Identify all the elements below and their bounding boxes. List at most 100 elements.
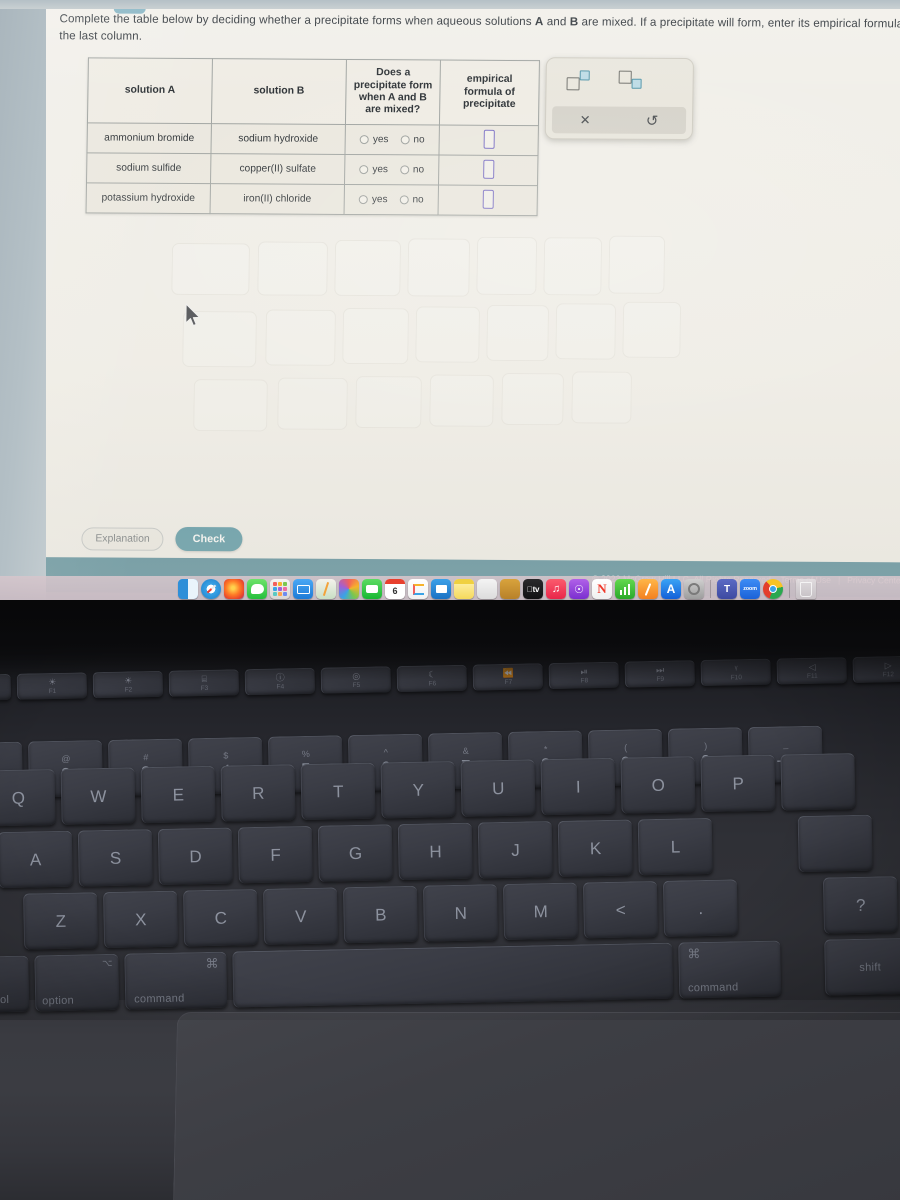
key-main: . — [698, 898, 704, 918]
reset-input-button[interactable]: ↺ — [646, 111, 659, 129]
key-r[interactable]: R — [220, 764, 296, 822]
cell-solution-a: potassium hydroxide — [86, 182, 211, 214]
dock-item-stocks[interactable] — [615, 579, 635, 599]
key-option[interactable]: ⌥ option — [34, 953, 120, 1012]
key-space[interactable] — [232, 942, 674, 1008]
radio-dot-icon — [359, 165, 369, 175]
key-l[interactable]: L — [637, 817, 713, 876]
dock-item-zoom[interactable]: zoom — [740, 579, 760, 599]
key-v[interactable]: V — [262, 887, 339, 945]
key-main: S — [109, 848, 122, 868]
key-command-right[interactable]: ⌘ command — [678, 940, 782, 999]
keyboard[interactable]: esc☀F1☀F2⌸F3ⓘF4◎F5☾F6⏪F7⏯F8⏭F9ᵞF10◁F11▷F… — [0, 655, 900, 1021]
key-o[interactable]: O — [620, 756, 696, 814]
key-d[interactable]: D — [157, 827, 233, 885]
formula-input-1[interactable] — [482, 159, 494, 179]
dock-item-apple-tv[interactable]: tv — [523, 579, 543, 599]
key-j[interactable]: J — [477, 821, 553, 879]
radio-no-1[interactable]: no — [399, 164, 424, 175]
key-u[interactable]: U — [460, 759, 536, 817]
dock-item-maps[interactable] — [316, 579, 336, 599]
key-control[interactable]: control — [0, 955, 30, 1014]
key-s[interactable]: S — [77, 829, 153, 887]
dock-item-teams[interactable]: T — [717, 579, 737, 599]
key-bracket-left[interactable] — [780, 752, 856, 811]
dock-item-news[interactable]: N — [592, 579, 612, 599]
dock-item-freeform[interactable] — [638, 579, 658, 599]
key-n[interactable]: N — [422, 884, 499, 942]
cell-solution-a: ammonium bromide — [86, 122, 212, 154]
radio-yes-2[interactable]: yes — [358, 194, 388, 205]
check-button[interactable]: Check — [175, 526, 243, 552]
radio-no-2[interactable]: no — [399, 194, 424, 205]
dock-item-launchpad[interactable] — [270, 579, 290, 599]
subscript-icon[interactable] — [618, 70, 646, 93]
table-body: ammonium bromide sodium hydroxide yes no sod… — [86, 122, 539, 216]
radio-yes-0[interactable]: yes — [359, 134, 389, 145]
dock-item-calendar[interactable]: 6 — [385, 579, 405, 599]
formula-input-2[interactable] — [482, 189, 494, 209]
dock-item-photos[interactable] — [339, 579, 359, 599]
dock-item-trash[interactable] — [796, 579, 816, 599]
key-a[interactable]: A — [0, 830, 73, 889]
dock-item-finder[interactable] — [178, 579, 198, 599]
explanation-button[interactable]: Explanation — [81, 526, 164, 551]
superscript-icon[interactable] — [566, 70, 594, 92]
key-x[interactable]: X — [103, 890, 179, 949]
key-q[interactable]: Q — [0, 769, 56, 827]
radio-yes-1[interactable]: yes — [359, 164, 388, 175]
dock-item-notes[interactable] — [454, 579, 474, 599]
key-comma[interactable]: < — [582, 880, 659, 939]
dock-item-chrome[interactable] — [763, 579, 783, 599]
clear-input-button[interactable]: ✕ — [580, 112, 591, 128]
dock-item-safari[interactable] — [201, 579, 221, 599]
formula-input-0[interactable] — [483, 129, 495, 149]
key-g[interactable]: G — [317, 824, 393, 882]
column-header-solution-a: solution A — [87, 57, 213, 124]
dock-item-facetime[interactable] — [362, 579, 382, 599]
key-i[interactable]: I — [540, 757, 616, 816]
dock-item-settings[interactable] — [500, 579, 520, 599]
key-semicolon[interactable] — [797, 814, 873, 873]
dock-item-system-preferences[interactable] — [684, 579, 704, 599]
key-p[interactable]: P — [700, 754, 776, 813]
key-e[interactable]: E — [140, 765, 216, 824]
key-z[interactable]: Z — [23, 892, 99, 950]
dock-item-reminders[interactable] — [408, 579, 428, 599]
key-main: Z — [55, 911, 67, 931]
key-w[interactable]: W — [60, 767, 136, 825]
header-line: when A and B — [358, 92, 427, 104]
trackpad[interactable] — [172, 1012, 900, 1200]
key-b[interactable]: B — [342, 885, 419, 944]
key-slash[interactable]: ? — [822, 876, 898, 934]
key-y[interactable]: Y — [380, 760, 456, 819]
key-symbol: _ — [783, 738, 789, 749]
dock-item-music[interactable]: ♫ — [546, 579, 566, 599]
key-f[interactable]: F — [237, 825, 313, 884]
key-k[interactable]: K — [557, 819, 633, 877]
key-t[interactable]: T — [300, 762, 376, 821]
cell-empirical-formula — [438, 185, 538, 216]
key-main: command — [134, 992, 185, 1006]
dock-item-pages[interactable] — [477, 579, 497, 599]
radio-yes-label: yes — [372, 164, 389, 176]
mouse-cursor — [185, 303, 201, 327]
dock-item-keynote[interactable] — [431, 579, 451, 599]
key-shift-right[interactable]: shift — [824, 937, 900, 996]
dock-item-firefox[interactable] — [224, 579, 244, 599]
dock-separator — [710, 580, 711, 598]
key-command-left[interactable]: ⌘ command — [124, 951, 228, 1010]
formula-format-toolbar[interactable]: ✕ ↺ — [544, 57, 695, 141]
dock-item-mail[interactable] — [293, 579, 313, 599]
key-m[interactable]: M — [502, 882, 579, 941]
cell-precipitate-choice: yes no — [344, 154, 439, 186]
radio-no-0[interactable]: no — [400, 134, 425, 145]
key-period[interactable]: . — [662, 879, 739, 937]
key-main: R — [251, 783, 266, 803]
dock-item-messages[interactable] — [247, 579, 267, 599]
macos-dock[interactable]: 6 tv♫☉N A Tzoom — [178, 578, 816, 600]
key-c[interactable]: C — [183, 888, 259, 947]
dock-item-app-store[interactable]: A — [661, 579, 681, 599]
dock-item-podcasts[interactable]: ☉ — [569, 579, 589, 599]
key-h[interactable]: H — [397, 822, 473, 881]
